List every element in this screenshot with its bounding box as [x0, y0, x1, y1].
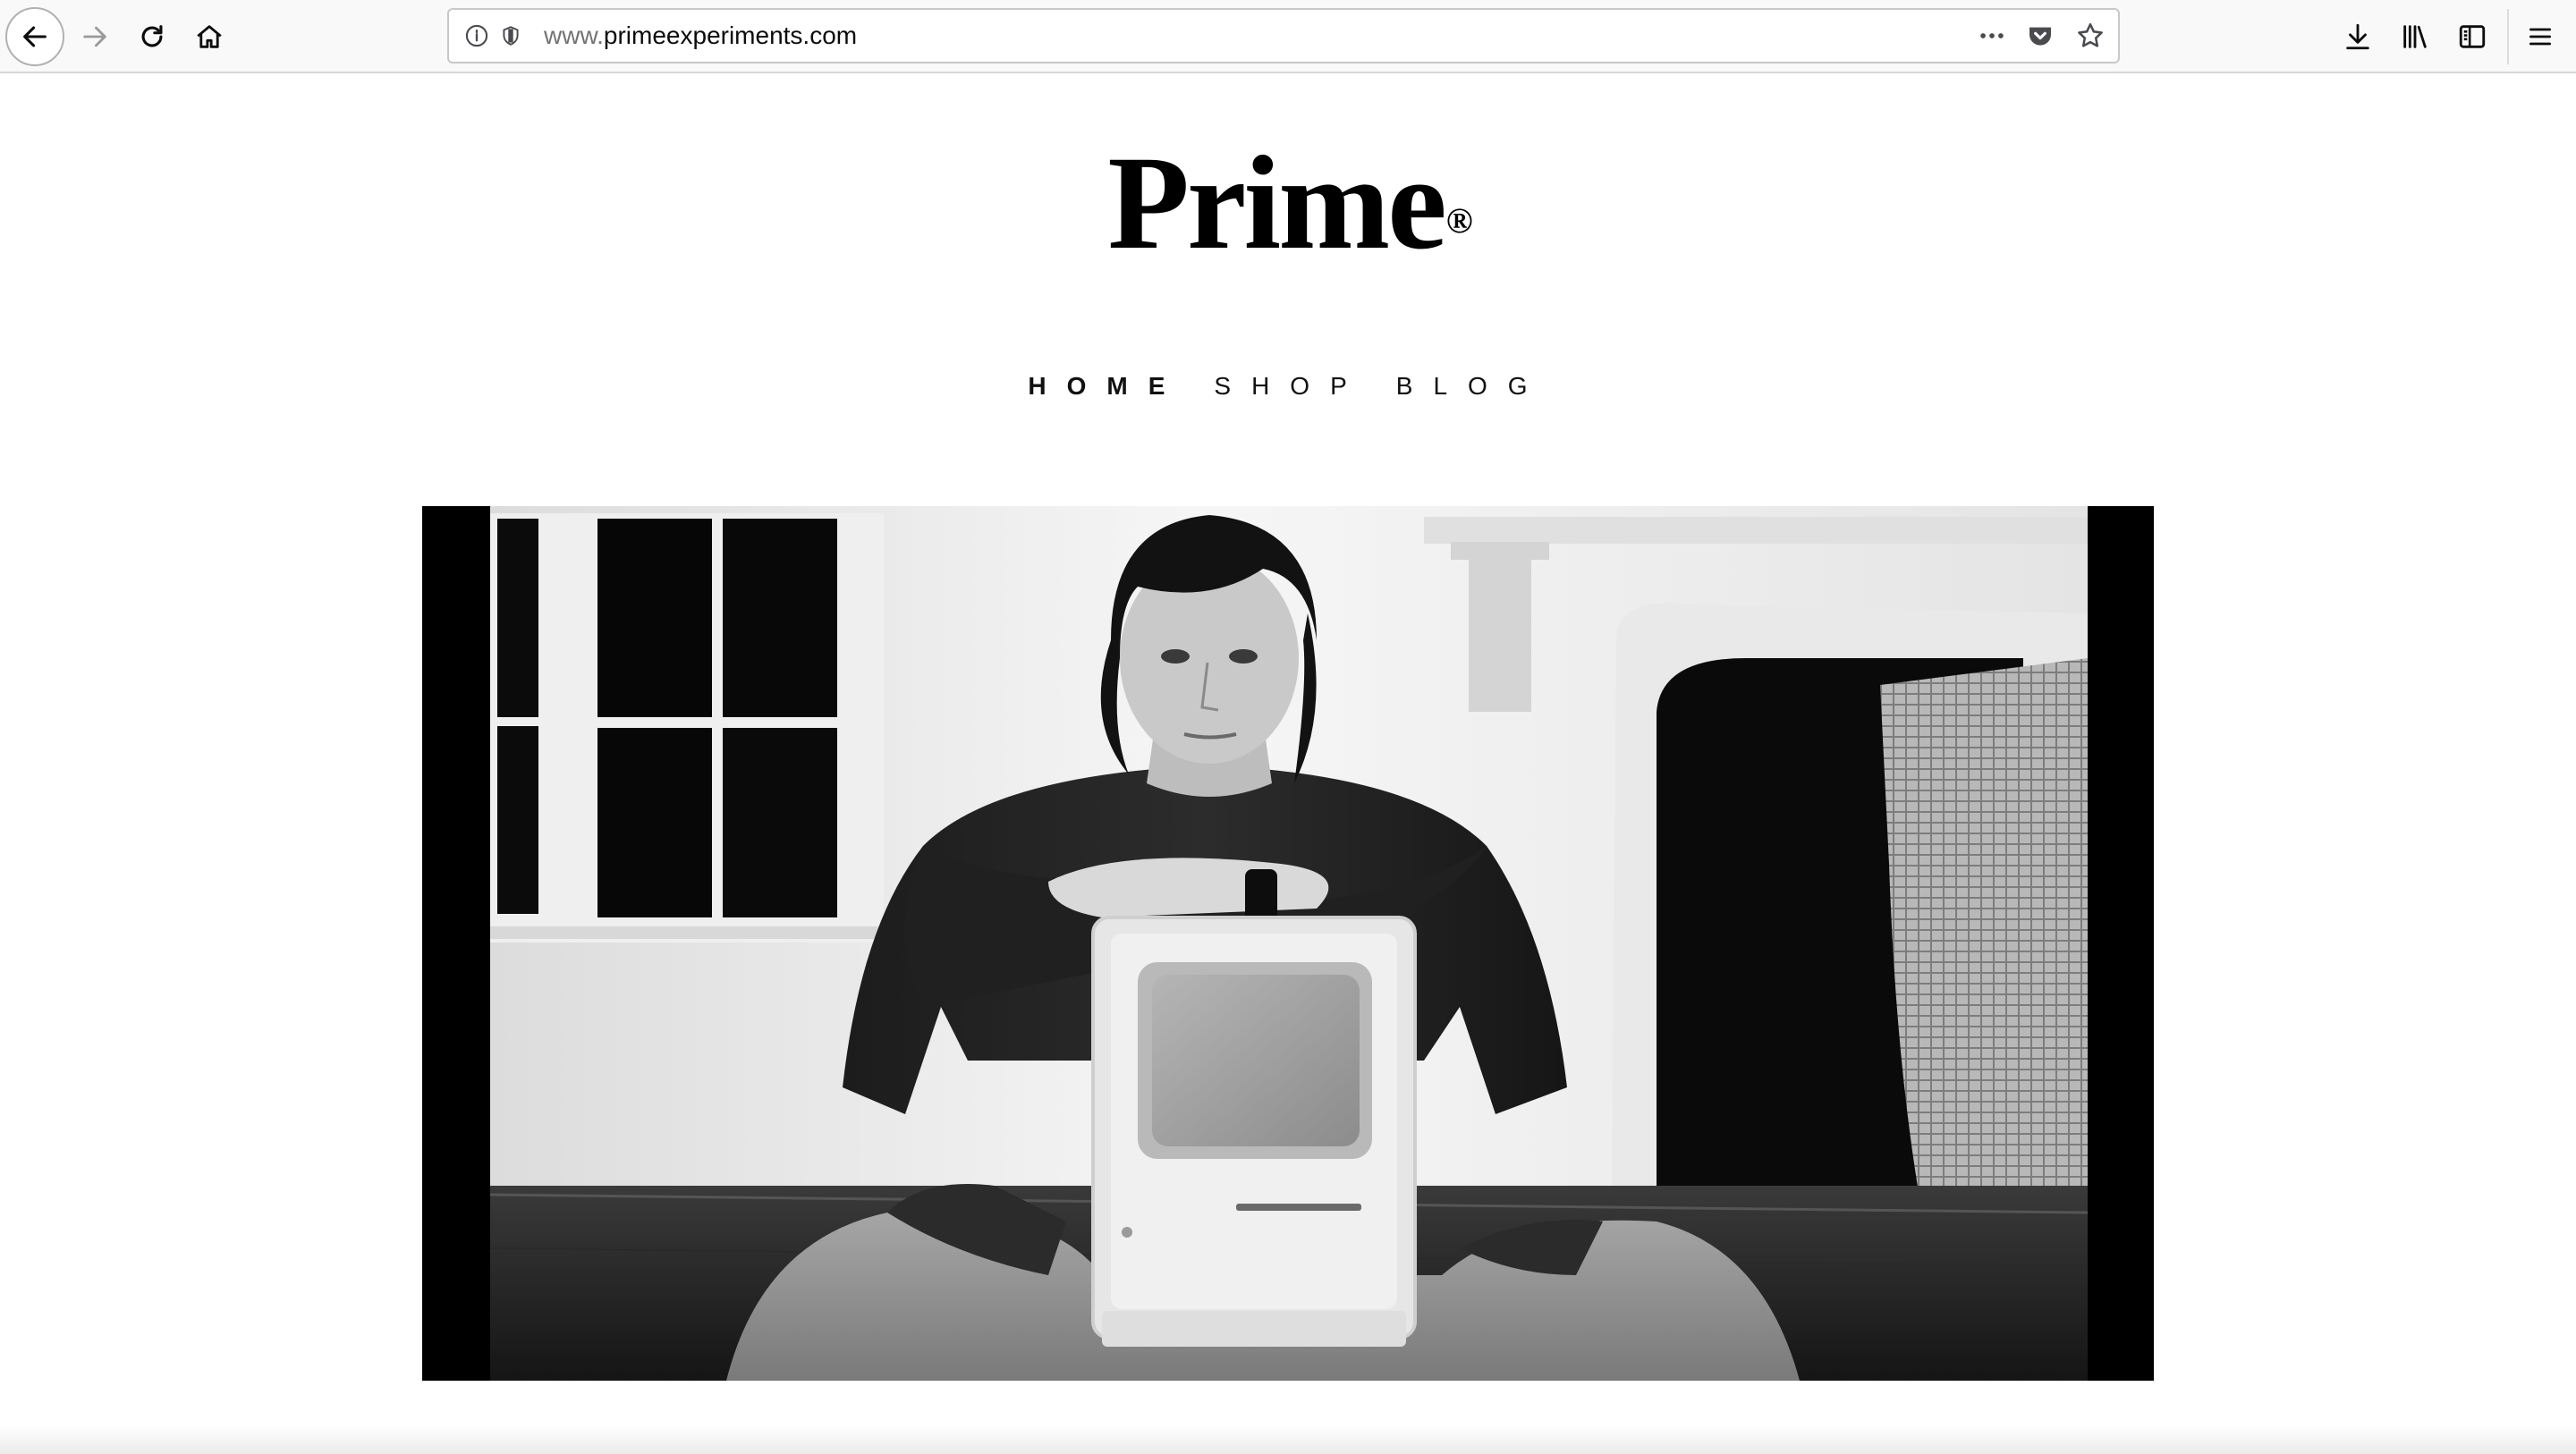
hero-image: [422, 506, 2154, 1381]
pocket-icon[interactable]: [2025, 21, 2055, 51]
registered-mark: ®: [1445, 200, 1473, 241]
more-dots-icon[interactable]: [1977, 21, 2007, 51]
library-button[interactable]: [2386, 8, 2444, 65]
library-icon: [2403, 25, 2427, 48]
site-logo[interactable]: Prime®: [0, 127, 2576, 279]
home-icon: [197, 25, 222, 48]
reload-button[interactable]: [123, 8, 181, 65]
logo-text: Prime: [1107, 129, 1446, 277]
main-nav: HOME SHOP BLOG: [0, 368, 2576, 404]
hero-photo: [422, 506, 2154, 1381]
page-content: Prime® HOME SHOP BLOG: [0, 73, 2576, 1454]
bottom-shadow: [0, 1425, 2576, 1454]
address-bar[interactable]: www.primeexperiments.com: [447, 8, 2120, 63]
forward-button[interactable]: [66, 8, 123, 65]
arrow-left-icon: [23, 26, 47, 47]
back-button[interactable]: [5, 7, 64, 66]
sidebar-button[interactable]: [2444, 8, 2501, 65]
downloads-button[interactable]: [2329, 8, 2386, 65]
download-icon: [2346, 23, 2369, 50]
nav-home[interactable]: HOME: [1028, 368, 1185, 404]
home-button[interactable]: [181, 8, 238, 65]
nav-shop[interactable]: SHOP: [1214, 368, 1367, 404]
url-domain: primeexperiments.com: [603, 21, 858, 49]
info-icon[interactable]: [462, 21, 492, 51]
hamburger-icon: [2529, 28, 2551, 46]
menu-button[interactable]: [2512, 8, 2569, 65]
arrow-right-icon: [83, 26, 106, 47]
url-text[interactable]: www.primeexperiments.com: [544, 10, 857, 62]
sidebar-icon: [2459, 25, 2486, 48]
url-prefix: www.: [544, 21, 604, 49]
star-icon[interactable]: [2075, 21, 2106, 51]
reload-icon: [141, 25, 163, 47]
nav-blog[interactable]: BLOG: [1396, 368, 1548, 404]
browser-toolbar: www.primeexperiments.com: [0, 0, 2576, 73]
toolbar-separator: [2507, 9, 2509, 64]
shield-icon[interactable]: [496, 21, 526, 51]
